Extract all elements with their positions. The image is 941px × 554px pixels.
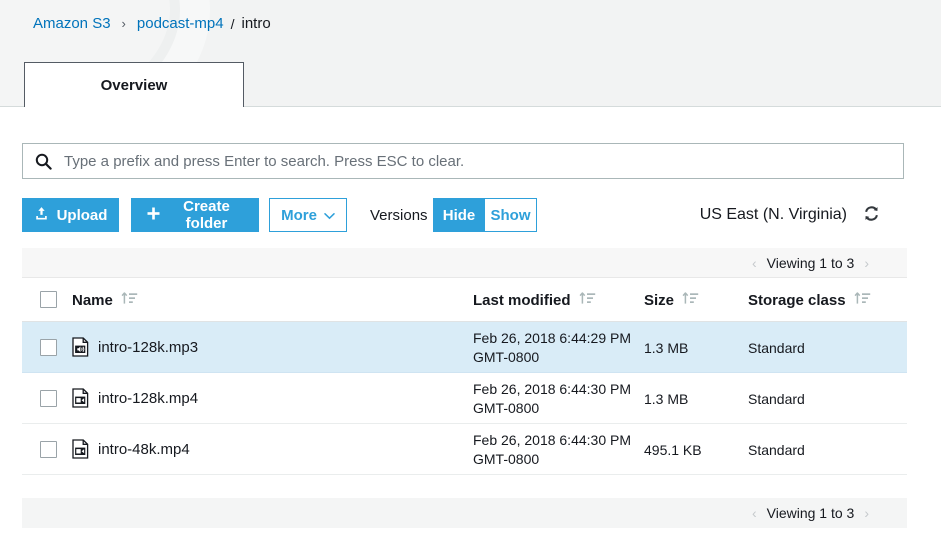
refresh-icon	[862, 204, 881, 226]
row-file-name[interactable]: intro-128k.mp4	[98, 373, 198, 424]
sort-ascending-icon	[682, 291, 699, 309]
table-spacer	[22, 475, 907, 498]
breadcrumb-separator-slash: /	[230, 15, 235, 32]
chevron-left-icon[interactable]: ‹	[742, 505, 767, 521]
row-file-name[interactable]: intro-48k.mp4	[98, 424, 190, 475]
select-all-checkbox[interactable]	[40, 291, 57, 308]
pagination-bottom: ‹ Viewing 1 to 3 ›	[22, 498, 907, 528]
breadcrumb-link-amazon-s3[interactable]: Amazon S3	[33, 15, 111, 32]
pagination-top-label: Viewing 1 to 3	[766, 254, 855, 271]
chevron-right-icon[interactable]: ›	[854, 255, 879, 271]
search-bar[interactable]	[22, 143, 904, 179]
chevron-down-icon	[324, 207, 335, 224]
row-last-modified-line1: Feb 26, 2018 6:44:30 PM	[473, 431, 631, 448]
row-last-modified: Feb 26, 2018 6:44:29 PM GMT-0800	[473, 322, 638, 373]
sort-ascending-icon	[579, 291, 596, 309]
row-storage-class: Standard	[748, 339, 805, 356]
breadcrumb-current-folder: intro	[241, 15, 271, 32]
table-row[interactable]: intro-48k.mp4 Feb 26, 2018 6:44:30 PM GM…	[22, 424, 907, 475]
create-folder-button[interactable]: Create folder	[131, 198, 259, 232]
row-checkbox[interactable]	[40, 441, 57, 458]
region-label: US East (N. Virginia)	[699, 206, 847, 223]
column-header-last-modified[interactable]: Last modified	[473, 278, 596, 322]
column-header-storage-class-label: Storage class	[748, 291, 846, 309]
plus-icon	[146, 206, 161, 225]
audio-file-icon	[72, 337, 89, 362]
refresh-button[interactable]	[857, 198, 885, 232]
pagination-top: ‹ Viewing 1 to 3 ›	[22, 248, 907, 278]
main-content: Upload Create folder More	[0, 107, 941, 554]
more-button[interactable]: More	[269, 198, 347, 232]
versions-label: Versions	[370, 206, 428, 224]
row-size: 1.3 MB	[644, 339, 689, 356]
table-row[interactable]: intro-128k.mp4 Feb 26, 2018 6:44:30 PM G…	[22, 373, 907, 424]
tab-overview[interactable]: Overview	[24, 62, 244, 107]
objects-table: ‹ Viewing 1 to 3 › Name Last modified Si…	[22, 248, 907, 528]
breadcrumb: Amazon S3 › podcast-mp4 / intro	[33, 15, 271, 32]
upload-button-label: Upload	[56, 206, 108, 224]
column-header-name-label: Name	[72, 291, 113, 309]
pagination-bottom-label: Viewing 1 to 3	[766, 505, 855, 521]
row-checkbox[interactable]	[40, 390, 57, 407]
row-size: 495.1 KB	[644, 441, 702, 458]
search-input[interactable]	[62, 151, 862, 171]
upload-button[interactable]: Upload	[22, 198, 119, 232]
breadcrumb-link-bucket[interactable]: podcast-mp4	[137, 15, 224, 32]
row-size: 1.3 MB	[644, 390, 689, 407]
tab-bar: Overview	[0, 62, 941, 107]
video-file-icon	[72, 439, 89, 464]
row-file-name[interactable]: intro-128k.mp3	[98, 322, 198, 373]
sort-ascending-icon	[121, 291, 138, 309]
versions-show-button[interactable]: Show	[485, 198, 537, 232]
column-header-size-label: Size	[644, 291, 675, 309]
table-row[interactable]: intro-128k.mp3 Feb 26, 2018 6:44:29 PM G…	[22, 322, 907, 373]
row-last-modified-line2: GMT-0800	[473, 348, 540, 365]
chevron-right-icon[interactable]: ›	[854, 505, 879, 521]
chevron-left-icon[interactable]: ‹	[742, 255, 767, 271]
versions-hide-button[interactable]: Hide	[433, 198, 485, 232]
s3-console-page: Amazon S3 › podcast-mp4 / intro Overview	[0, 0, 941, 554]
more-button-label: More	[281, 206, 317, 224]
row-storage-class: Standard	[748, 390, 805, 407]
upload-icon	[34, 206, 49, 225]
row-checkbox[interactable]	[40, 339, 57, 356]
row-last-modified: Feb 26, 2018 6:44:30 PM GMT-0800	[473, 424, 638, 475]
row-last-modified-line2: GMT-0800	[473, 450, 540, 467]
row-storage-class: Standard	[748, 441, 805, 458]
sort-ascending-icon	[854, 291, 871, 309]
table-header-row: Name Last modified Size Storage class	[22, 278, 907, 322]
column-header-last-modified-label: Last modified	[473, 291, 571, 309]
row-last-modified-line1: Feb 26, 2018 6:44:30 PM	[473, 380, 631, 397]
column-header-storage-class[interactable]: Storage class	[748, 278, 871, 322]
search-icon	[35, 153, 52, 170]
toolbar: Upload Create folder More Versions Hide …	[22, 198, 907, 232]
row-last-modified-line1: Feb 26, 2018 6:44:29 PM	[473, 329, 631, 346]
video-file-icon	[72, 388, 89, 413]
row-last-modified: Feb 26, 2018 6:44:30 PM GMT-0800	[473, 373, 638, 424]
create-folder-button-label: Create folder	[183, 198, 230, 232]
breadcrumb-separator-chevron: ›	[121, 16, 126, 31]
column-header-size[interactable]: Size	[644, 278, 699, 322]
column-header-name[interactable]: Name	[72, 278, 138, 322]
versions-toggle-group: Hide Show	[433, 198, 537, 232]
row-last-modified-line2: GMT-0800	[473, 399, 540, 416]
